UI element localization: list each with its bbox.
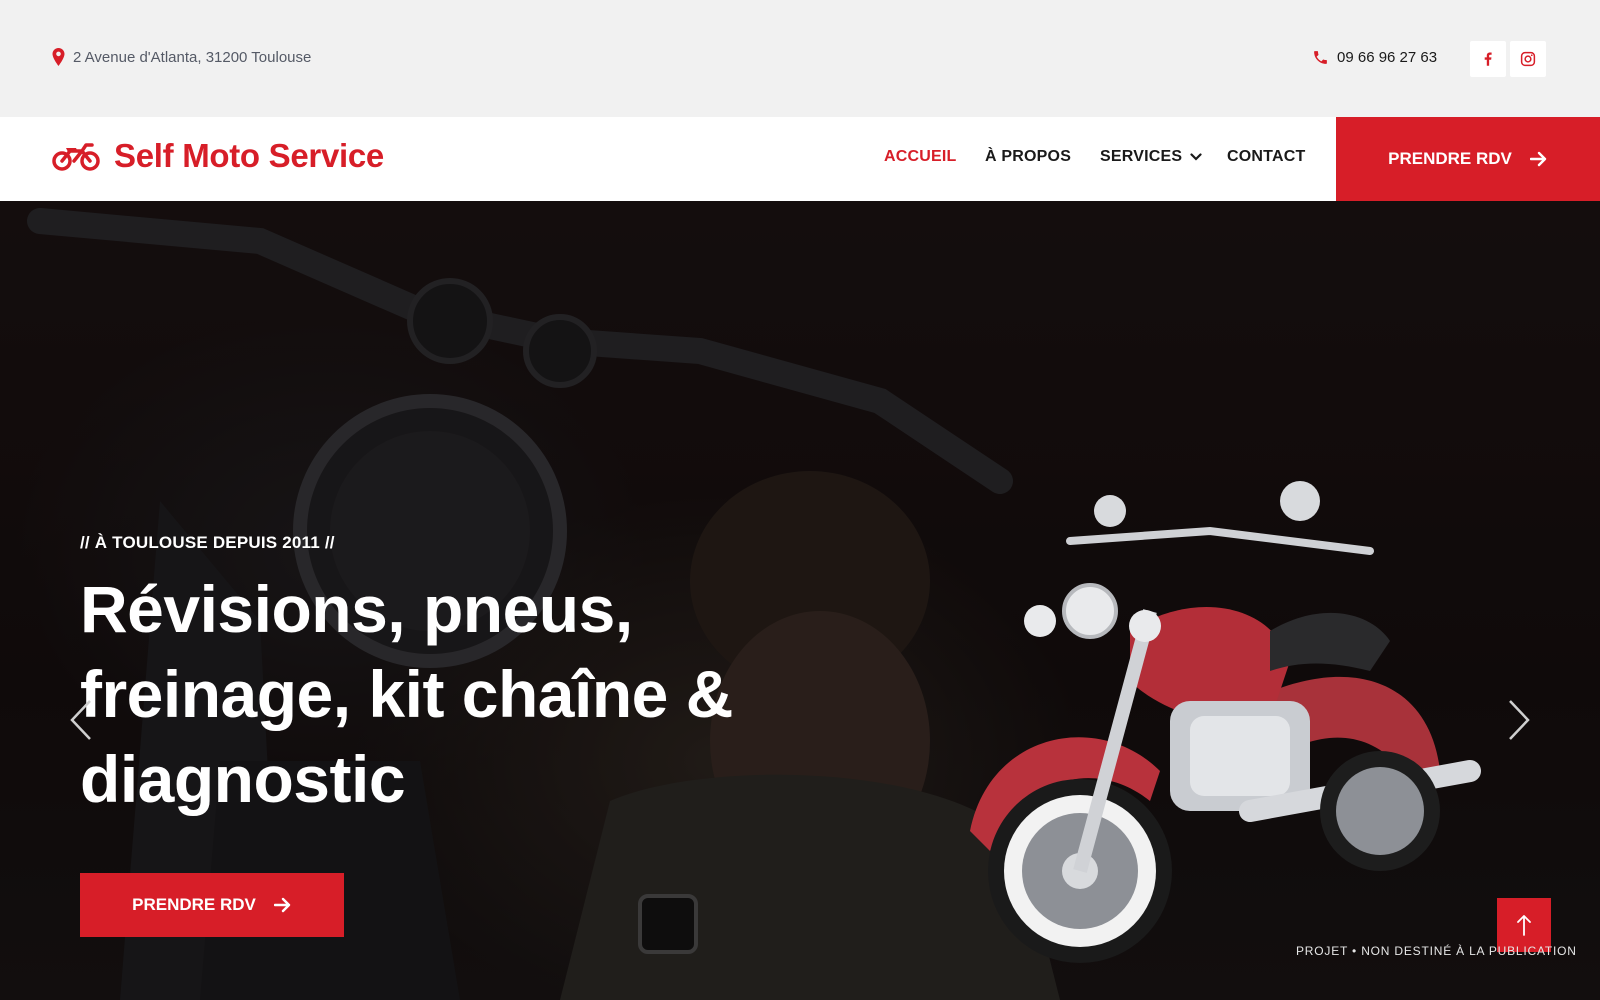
address: 2 Avenue d'Atlanta, 31200 Toulouse [52,48,311,66]
disclaimer-text: PROJET • NON DESTINÉ À LA PUBLICATION [1296,944,1577,958]
map-pin-icon [52,48,65,66]
address-text: 2 Avenue d'Atlanta, 31200 Toulouse [73,48,312,66]
hero-cta-label: PRENDRE RDV [132,895,256,914]
hero-book-appointment-button[interactable]: PRENDRE RDV [80,873,344,937]
top-bar: 2 Avenue d'Atlanta, 31200 Toulouse 09 66… [0,0,1600,117]
logo[interactable]: Self Moto Service [52,137,384,175]
instagram-link[interactable] [1510,41,1546,77]
phone-number: 09 66 96 27 63 [1337,49,1438,66]
phone-link[interactable]: 09 66 96 27 63 [1312,49,1437,66]
main-header: Self Moto Service ACCUEIL À PROPOS SERVI… [0,117,1600,201]
nav-item-contact[interactable]: CONTACT [1227,148,1305,166]
hero-slider: // À TOULOUSE DEPUIS 2011 // Révisions, … [0,201,1600,1000]
hero-tagline: // À TOULOUSE DEPUIS 2011 // [80,533,335,552]
arrow-right-icon [1529,151,1547,167]
nav-item-services-label: SERVICES [1100,148,1183,165]
motorcycle-icon [52,143,100,171]
nav-item-services[interactable]: SERVICES [1100,148,1202,166]
hero-title: Révisions, pneus, freinage, kit chaîne &… [80,572,733,816]
instagram-icon [1520,51,1536,67]
phone-icon [1314,51,1327,64]
nav-item-a-propos[interactable]: À PROPOS [985,148,1071,166]
chevron-down-icon [1190,153,1202,161]
header-book-appointment-button[interactable]: PRENDRE RDV [1336,117,1600,201]
motorcycle-image [970,481,1481,963]
header-cta-label: PRENDRE RDV [1388,149,1512,168]
slider-prev-arrow-icon[interactable] [66,697,96,743]
arrow-right-icon [273,897,291,913]
facebook-link[interactable] [1470,41,1506,77]
logo-text: Self Moto Service [114,137,384,174]
nav-item-accueil[interactable]: ACCUEIL [884,148,957,166]
slider-next-arrow-icon[interactable] [1504,697,1534,743]
facebook-icon [1484,52,1492,66]
arrow-up-icon [1517,915,1531,936]
